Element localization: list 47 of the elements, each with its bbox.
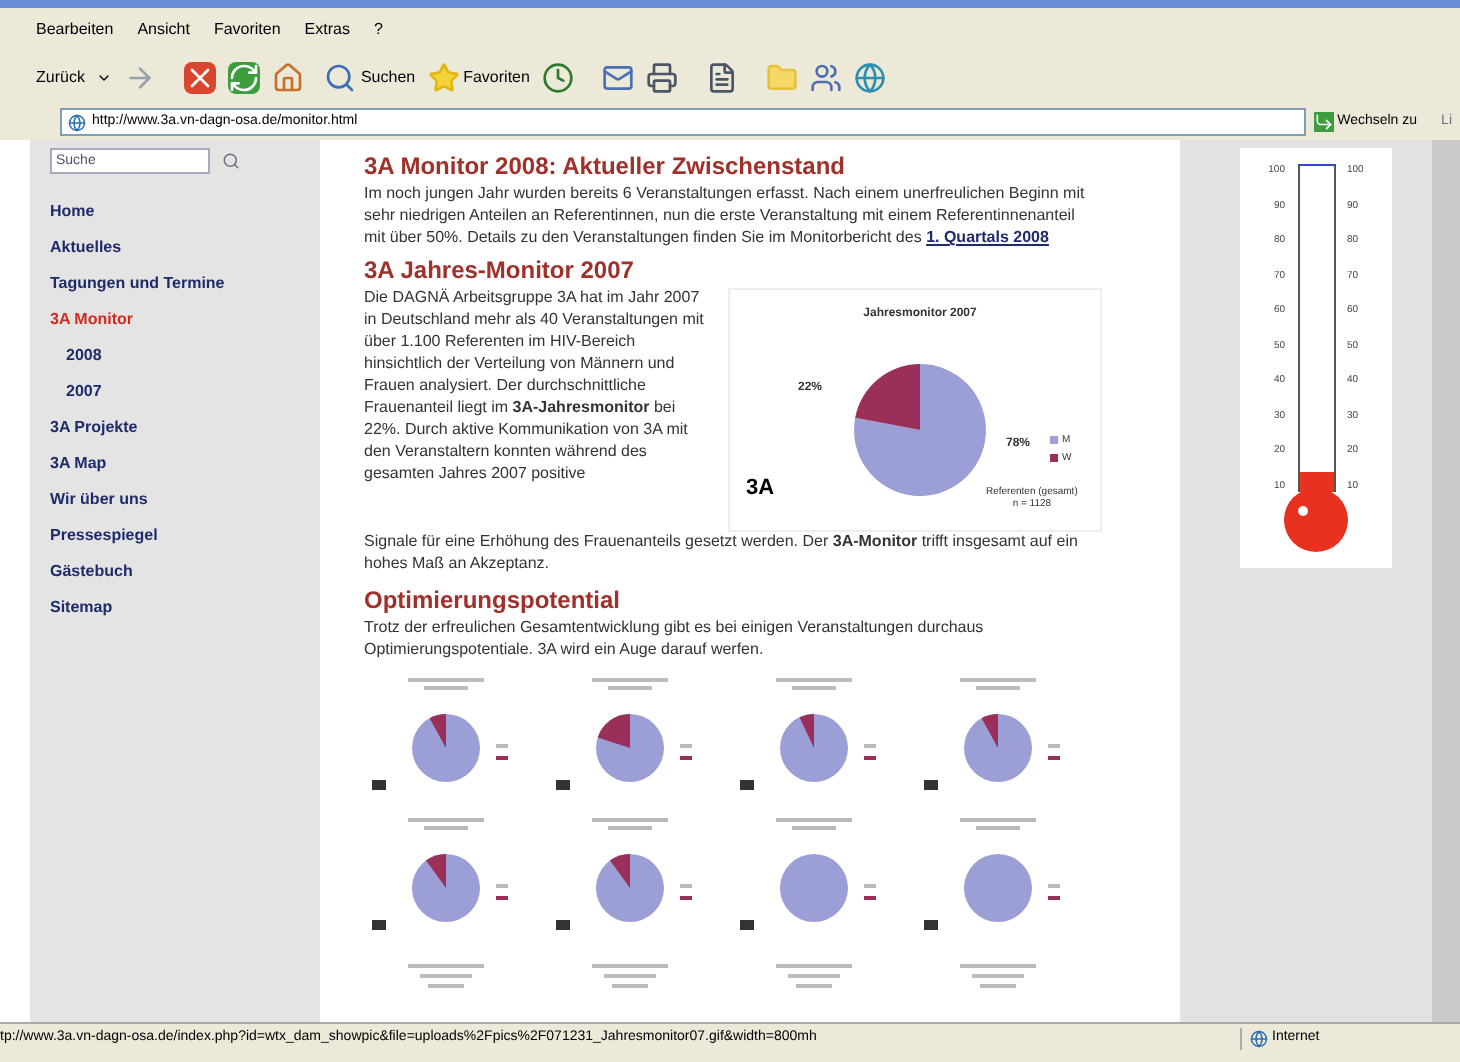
mail-icon[interactable] [601, 62, 634, 94]
nav-link[interactable]: Sitemap [50, 590, 320, 626]
paragraph: Im noch jungen Jahr wurden bereits 6 Veranstaltungen erfasst. Nach einem unerfreulichen Beginn mit sehr niedrigen Anteilen an Referentinnen, nun die erste Veranstaltung mit einem Referentinnenanteil mit über 50%. Details zu den Veranstaltungen finden Sie im Monitorbericht des 1. Quartals 2008 [364, 182, 1087, 248]
arrow-icon [1313, 112, 1334, 132]
nav-link[interactable]: 3A Projekte [50, 410, 320, 446]
globe-icon [68, 113, 86, 131]
nav-link[interactable]: Gästebuch [50, 554, 320, 590]
star-icon [427, 62, 460, 94]
nav-link[interactable]: Tagungen und Termine [50, 266, 320, 302]
nav-link[interactable]: Home [50, 194, 320, 230]
edit-icon[interactable] [705, 62, 738, 94]
menu-item[interactable]: Ansicht [137, 18, 190, 42]
nav-link[interactable]: Pressespiegel [50, 518, 320, 554]
nav-link[interactable]: 3A Map [50, 446, 320, 482]
nav-link[interactable]: 3A Monitor [50, 302, 320, 338]
section-heading: Optimierungspotential [364, 586, 623, 616]
thermometer-bulb [1284, 488, 1348, 552]
nav-link[interactable]: 2007 [50, 374, 320, 410]
nav-link[interactable]: 2008 [50, 338, 320, 374]
print-icon[interactable] [645, 62, 678, 94]
stop-icon[interactable] [184, 62, 217, 94]
menu-item[interactable]: Bearbeiten [36, 18, 114, 42]
nav-link[interactable]: Wir über uns [50, 482, 320, 518]
section-heading: 3A Monitor 2008: Aktueller Zwischenstand [364, 152, 847, 182]
menu-item[interactable]: ? [373, 18, 383, 42]
home-icon[interactable] [272, 62, 305, 94]
nav-link[interactable]: Aktuelles [50, 230, 320, 266]
refresh-icon[interactable] [228, 62, 261, 94]
users-icon[interactable] [809, 62, 842, 94]
search-button[interactable]: Suchen [324, 62, 416, 94]
globe-icon[interactable] [853, 62, 886, 94]
paragraph: Trotz der erfreulichen Gesamtentwicklung gibt es bei einigen Veranstaltungen durchaus Optimierungspotentiale. 3A wird ein Auge darauf werfen. [364, 616, 986, 660]
paragraph: Die DAGNÄ Arbeitsgruppe 3A hat im Jahr 2007 in Deutschland mehr als 40 Veranstaltungen mit über 1.100 Referenten im HIV-Bereich hinsichtlich der Verteilung von Männern und Frauen analysiert. Der durchschnittliche Frauenanteil liegt im 3A-Jahresmonitor bei 22%. Durch aktive Kommunikation von 3A mit den Veranstaltern konnten während des gesamten Jahres 2007 positive [364, 286, 706, 486]
search-icon[interactable] [222, 152, 240, 170]
history-icon[interactable] [541, 62, 574, 94]
menu-item[interactable]: Favoriten [213, 18, 281, 42]
paragraph: Signale für eine Erhöhung des Frauenanteils gesetzt werden. Der 3A-Monitor trifft insgesamt auf ein hohes Maß an Akzeptanz. [364, 530, 1080, 574]
globe-icon [1250, 1030, 1268, 1048]
scrollbar[interactable] [1432, 140, 1460, 1022]
section-heading: 3A Jahres-Monitor 2007 [364, 256, 636, 286]
back-button[interactable]: Zurück [36, 66, 85, 90]
menu-item[interactable]: Extras [304, 18, 350, 42]
report-link[interactable]: 1. Quartals 2008 [926, 228, 1049, 246]
favorites-button[interactable]: Favoriten [427, 62, 530, 94]
dropdown-icon[interactable] [96, 70, 113, 86]
search-icon [324, 62, 357, 94]
logo: 3A [746, 478, 775, 500]
